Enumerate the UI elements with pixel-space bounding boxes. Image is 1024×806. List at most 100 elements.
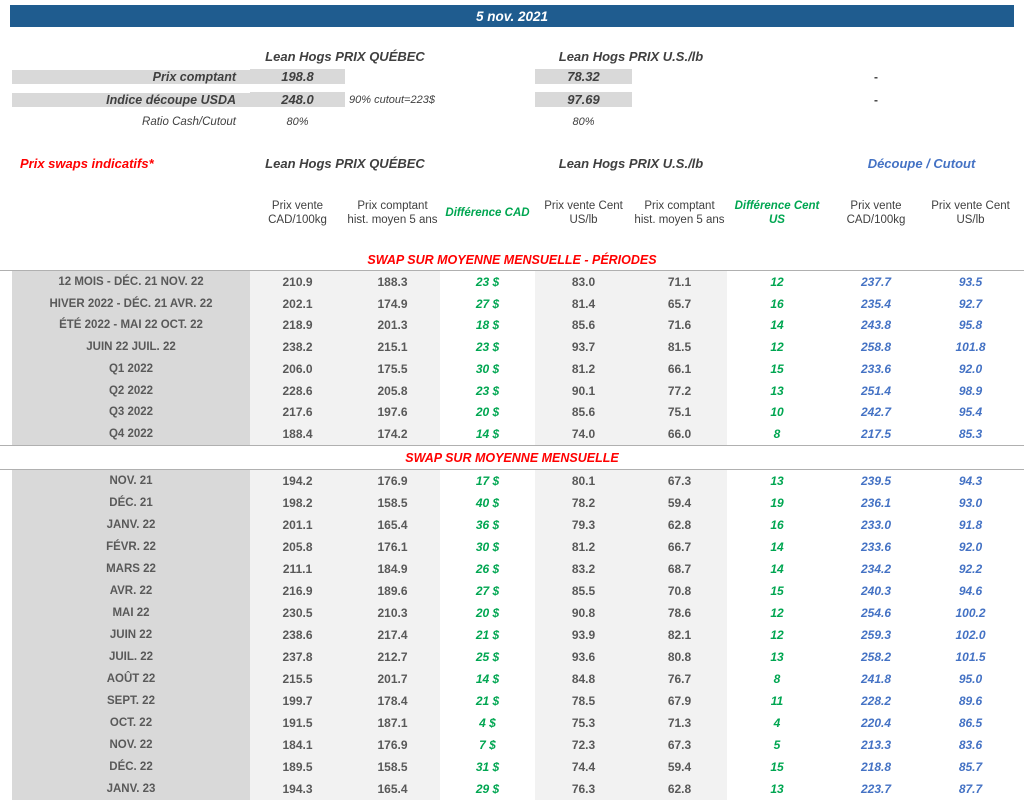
us-sale-price: 78.5	[535, 690, 632, 712]
section-title-periods: SWAP SUR MOYENNE MENSUELLE - PÉRIODES	[367, 253, 657, 267]
us-hist-avg: 67.3	[632, 470, 727, 492]
diff-cent-us: 13	[770, 383, 784, 398]
col-header-diff-cad: Différence CAD	[445, 207, 530, 220]
diff-cent-us: 13	[770, 782, 784, 796]
diff-cent-us: 16	[770, 518, 784, 532]
qc-hist-avg: 158.5	[345, 492, 440, 514]
qc-hist-avg: 176.1	[345, 536, 440, 558]
qc-hist-avg: 176.9	[345, 734, 440, 756]
us-hist-avg: 65.7	[632, 292, 727, 315]
qc-sale-price: 194.3	[250, 778, 345, 800]
us-sale-price: 90.8	[535, 602, 632, 624]
diff-cent-us: 8	[773, 427, 781, 442]
table-row: Q2 2022 228.6 205.8 23 $ 90.1 77.2 13 251.4 98.9	[12, 379, 1024, 402]
qc-sale-price: 199.7	[250, 690, 345, 712]
diff-cent-us: 12	[770, 340, 784, 355]
us-hist-avg: 71.6	[632, 314, 727, 337]
qc-hist-avg: 175.5	[345, 358, 440, 380]
usda-cutout-index-row: Indice découpe USDA 248.0 90% cutout=223…	[12, 88, 1024, 111]
cutout-cad: 223.7	[860, 782, 892, 796]
us-hist-avg: 67.9	[632, 690, 727, 712]
top-us-header: Lean Hogs PRIX U.S./lb	[558, 48, 704, 64]
hog-price-report: 5 nov. 2021 Lean Hogs PRIX QUÉBEC Lean H…	[0, 0, 1024, 806]
cutout-cad: 233.6	[860, 540, 892, 554]
table-row: HIVER 2022 - DÉC. 21 AVR. 22 202.1 174.9 27…	[12, 292, 1024, 315]
report-date: 5 nov. 2021	[475, 8, 549, 24]
us-hist-avg: 71.1	[632, 271, 727, 293]
cutout-cent-us: 95.4	[958, 405, 983, 420]
period-label: FÉVR. 22	[12, 536, 250, 558]
cutout-cent-us: 86.5	[958, 716, 983, 730]
diff-cent-us: 14	[770, 540, 784, 554]
us-hist-avg: 71.3	[632, 712, 727, 734]
qc-hist-avg: 205.8	[345, 379, 440, 402]
diff-cad: 20 $	[475, 405, 500, 420]
spot-price-cutout: -	[874, 69, 878, 84]
us-hist-avg: 66.1	[632, 358, 727, 380]
col-header-us-sale-price: Prix vente Cent US/lb	[544, 200, 623, 226]
us-hist-avg: 62.8	[632, 514, 727, 536]
cutout-cad: 243.8	[860, 318, 892, 333]
qc-hist-avg: 201.7	[345, 668, 440, 690]
us-hist-avg: 80.8	[632, 646, 727, 668]
diff-cent-us: 15	[770, 584, 784, 598]
period-label: NOV. 22	[12, 734, 250, 756]
us-hist-avg: 68.7	[632, 558, 727, 580]
cutout-cad: 228.2	[860, 694, 892, 708]
cutout-cad: 240.3	[860, 584, 892, 598]
qc-hist-avg: 188.3	[345, 271, 440, 293]
qc-sale-price: 189.5	[250, 756, 345, 778]
cutout-cent-us: 92.0	[958, 361, 983, 376]
period-label: ÉTÉ 2022 - MAI 22 OCT. 22	[12, 314, 250, 337]
us-hist-avg: 70.8	[632, 580, 727, 602]
cutout-cent-us: 85.3	[958, 427, 983, 442]
qc-hist-avg: 178.4	[345, 690, 440, 712]
qc-hist-avg: 210.3	[345, 602, 440, 624]
us-hist-avg: 66.7	[632, 536, 727, 558]
diff-cent-us: 12	[770, 606, 784, 620]
ratio-qc: 80%	[286, 115, 309, 128]
cutout-note: 90% cutout=223$	[349, 93, 435, 106]
cutout-cad: 236.1	[860, 496, 892, 510]
table-row: Q1 2022 206.0 175.5 30 $ 81.2 66.1 15 233.6 92.0	[12, 358, 1024, 380]
usda-cutout-index-us: 97.69	[535, 92, 632, 107]
us-hist-avg: 59.4	[632, 492, 727, 514]
diff-cent-us: 15	[770, 361, 784, 376]
us-sale-price: 83.2	[535, 558, 632, 580]
diff-cent-us: 14	[770, 562, 784, 576]
spot-price-qc: 198.8	[250, 69, 345, 84]
swaps-us-header: Lean Hogs PRIX U.S./lb	[558, 155, 704, 171]
cutout-cent-us: 101.8	[955, 340, 986, 355]
qc-sale-price: 205.8	[250, 536, 345, 558]
section-title-monthly: SWAP SUR MOYENNE MENSUELLE	[405, 450, 619, 465]
diff-cad: 23 $	[475, 383, 500, 398]
diff-cad: 27 $	[475, 584, 500, 598]
spot-price-row: Prix comptant 198.8 78.32 -	[12, 65, 1024, 88]
qc-sale-price: 228.6	[250, 379, 345, 402]
date-header-bar: 5 nov. 2021	[10, 5, 1014, 27]
col-header-qc-hist-avg: Prix comptant hist. moyen 5 ans	[347, 200, 438, 226]
diff-cad: 30 $	[475, 361, 500, 376]
cutout-cad: 213.3	[860, 738, 892, 752]
cutout-cent-us: 87.7	[958, 782, 983, 796]
col-header-diff-cent-us: Différence Cent US	[734, 200, 820, 226]
us-sale-price: 90.1	[535, 379, 632, 402]
qc-sale-price: 216.9	[250, 580, 345, 602]
table-row: Q3 2022 217.6 197.6 20 $ 85.6 75.1 10 242.7 95.4	[12, 401, 1024, 424]
qc-hist-avg: 176.9	[345, 470, 440, 492]
table-row: MARS 22 211.1 184.9 26 $ 83.2 68.7 14 234.2 92.2	[12, 558, 1024, 580]
table-row: JUIN 22 JUIL. 22 238.2 215.1 23 $ 93.7 81.5 12…	[12, 336, 1024, 358]
col-header-cutout-cad: Prix vente CAD/100kg	[846, 200, 906, 226]
diff-cent-us: 12	[770, 628, 784, 642]
spot-price-label: Prix comptant	[12, 69, 250, 84]
cutout-cad: 237.7	[860, 274, 892, 289]
cutout-cent-us: 89.6	[958, 694, 983, 708]
cutout-cad: 258.2	[860, 650, 892, 664]
qc-sale-price: 206.0	[250, 358, 345, 380]
diff-cent-us: 13	[770, 474, 784, 488]
diff-cad: 40 $	[475, 496, 500, 510]
ratio-label: Ratio Cash/Cutout	[142, 115, 236, 128]
swaps-indicative-title: Prix swaps indicatifs*	[20, 155, 154, 171]
us-hist-avg: 76.7	[632, 668, 727, 690]
periods-table: 12 MOIS - DÉC. 21 NOV. 22 210.9 188.3 23 $ 8…	[0, 270, 1024, 446]
